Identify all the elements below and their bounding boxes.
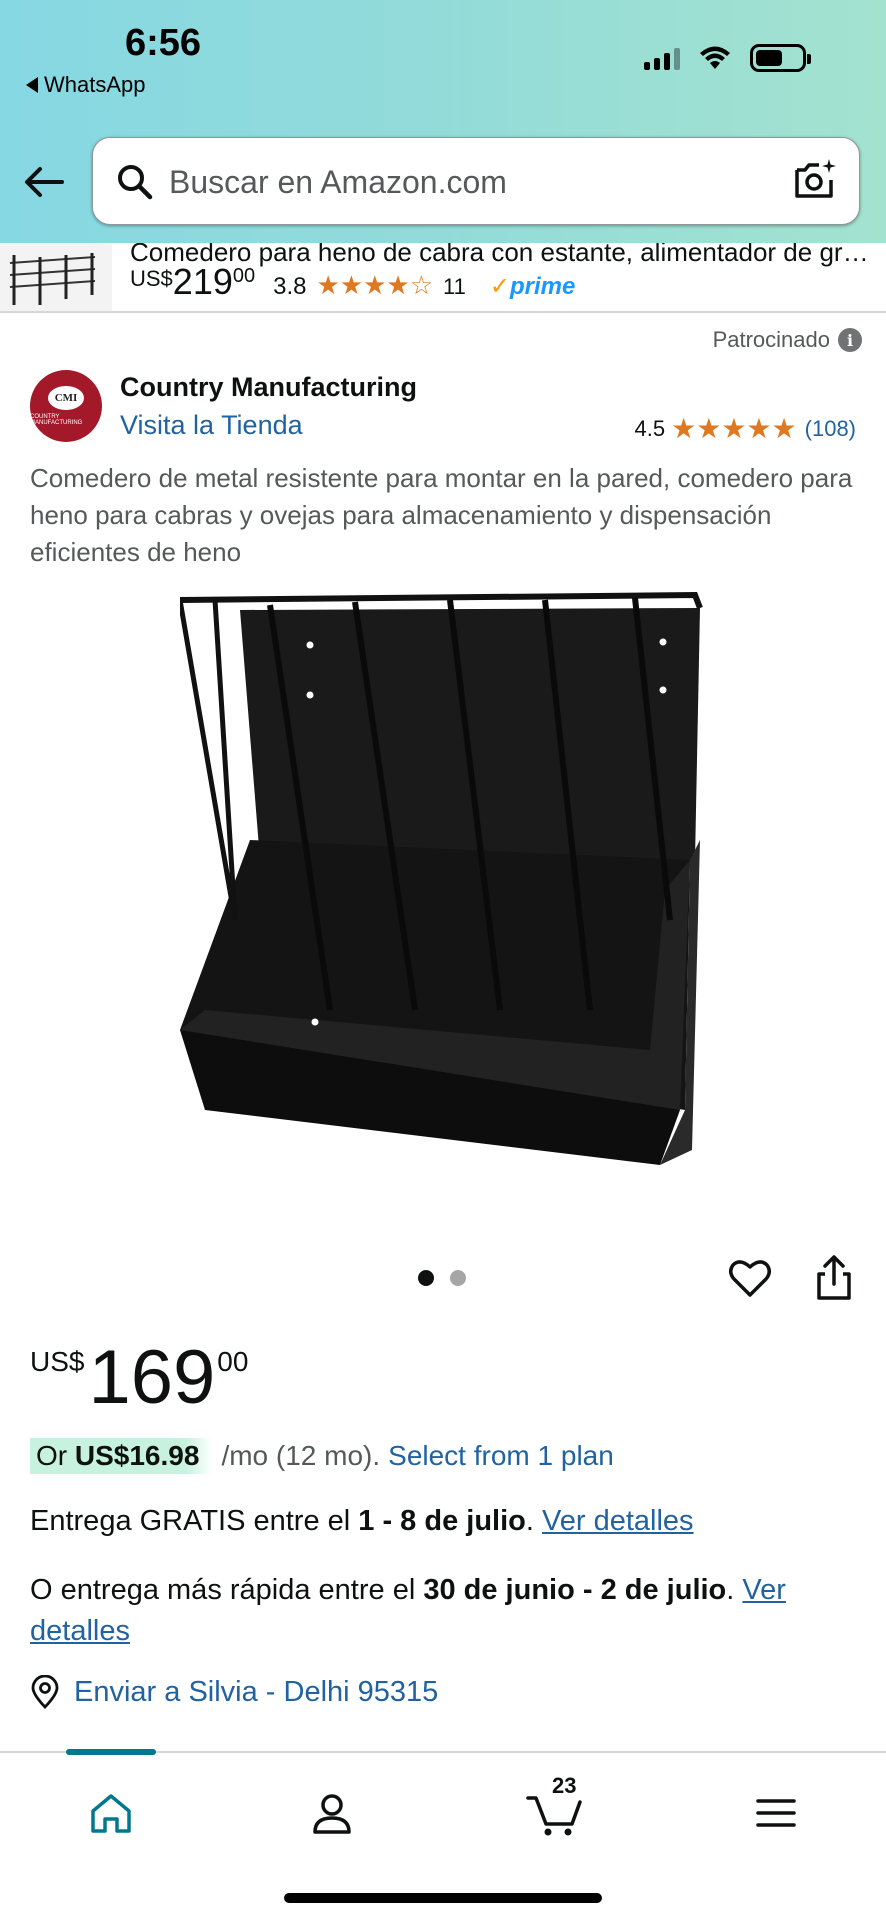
back-app-label: WhatsApp: [44, 72, 146, 97]
price-whole: 169: [88, 1335, 216, 1420]
brand-logo-subtext: COUNTRY MANUFACTURING: [30, 414, 83, 426]
home-icon: [91, 1794, 131, 1833]
free-delivery-prefix: Entrega GRATIS entre el: [30, 1505, 351, 1537]
fast-delivery-info: O entrega más rápida entre el 30 de juni…: [30, 1574, 786, 1647]
sponsored-text: Patrocinado: [712, 327, 830, 352]
sponsored-label[interactable]: Patrocinado i: [713, 327, 862, 353]
free-delivery-details-link[interactable]: Ver detalles: [542, 1505, 694, 1537]
prime-badge: ✓prime: [489, 273, 576, 300]
brand-logo[interactable]: CMI COUNTRY MANUFACTURING: [30, 370, 102, 442]
price-fraction: 00: [217, 1346, 249, 1377]
info-icon: i: [838, 328, 862, 352]
carousel-dot[interactable]: [418, 1270, 434, 1286]
back-triangle-icon: [26, 77, 38, 93]
status-time: 6:56: [125, 22, 202, 64]
cart-count-badge: 23: [552, 1773, 577, 1798]
battery-icon: [750, 44, 811, 72]
wifi-icon: [700, 46, 730, 69]
prev-price-whole: 219: [172, 261, 233, 302]
brand-review-count: (108): [804, 415, 856, 441]
visit-store-link[interactable]: Visita la Tienda: [120, 410, 303, 441]
camera-search-icon[interactable]: [791, 156, 839, 204]
free-delivery-dates: 1 - 8 de julio: [358, 1505, 526, 1537]
person-icon: [313, 1794, 351, 1834]
hamburger-icon: [756, 1799, 796, 1827]
prev-price-currency: US$: [130, 266, 173, 291]
share-icon[interactable]: [810, 1254, 858, 1302]
search-placeholder: Buscar en Amazon.com: [169, 164, 507, 200]
nav-cart[interactable]: 23: [524, 1773, 584, 1843]
prev-rating: 3.8: [273, 273, 307, 300]
price-currency: US$: [30, 1346, 85, 1377]
previous-product-strip[interactable]: Comedero para heno de cabra con estante,…: [0, 243, 886, 313]
ship-to-label: Enviar a Silvia - Delhi 95315: [74, 1675, 439, 1708]
nav-home[interactable]: [81, 1783, 141, 1843]
brand-logo-text: CMI: [48, 386, 84, 410]
brand-name: Country Manufacturing: [120, 372, 417, 402]
fast-delivery-dates: 30 de junio - 2 de julio: [423, 1574, 727, 1606]
prime-check-icon: ✓: [489, 273, 510, 300]
status-icons: [644, 44, 811, 72]
search-input[interactable]: Buscar en Amazon.com: [92, 137, 860, 225]
select-plan-link[interactable]: Select from 1 plan: [388, 1440, 614, 1472]
back-arrow-icon[interactable]: [22, 160, 66, 204]
free-delivery-info: Entrega GRATIS entre el 1 - 8 de julio. …: [30, 1505, 694, 1537]
installment-badge: Or US$16.98: [30, 1438, 214, 1474]
prev-star-rating-icon: ★★★★☆: [316, 270, 434, 300]
product-price: US$ 169 00: [30, 1340, 248, 1416]
ship-to-location[interactable]: Enviar a Silvia - Delhi 95315: [30, 1675, 438, 1709]
nav-account[interactable]: [302, 1783, 362, 1843]
cellular-signal-icon: [644, 46, 680, 70]
product-description[interactable]: Comedero de metal resistente para montar…: [30, 460, 860, 571]
active-tab-indicator: [66, 1749, 156, 1755]
previous-product-thumbnail: [0, 243, 112, 311]
home-indicator[interactable]: [284, 1893, 602, 1903]
star-rating-icon: ★★★★★: [671, 413, 797, 444]
image-carousel-dots[interactable]: [418, 1270, 466, 1286]
previous-product-meta: US$ 219 00 3.8 ★★★★☆ 11 ✓prime: [130, 261, 575, 303]
product-image[interactable]: [180, 590, 710, 1200]
back-to-app[interactable]: WhatsApp: [26, 72, 146, 98]
brand-rating-value: 4.5: [634, 415, 666, 441]
prev-review-count: 11: [443, 274, 466, 299]
installment-offer: Or US$16.98 /mo (12 mo). Select from 1 p…: [30, 1438, 614, 1474]
nav-menu[interactable]: [746, 1783, 806, 1843]
search-icon: [118, 165, 153, 200]
fast-delivery-prefix: O entrega más rápida entre el: [30, 1574, 416, 1606]
app-header: 6:56 WhatsApp Buscar en Amazon.com: [0, 0, 886, 243]
brand-rating[interactable]: 4.5 ★★★★★ (108): [635, 412, 856, 445]
prev-price-fraction: 00: [232, 265, 256, 287]
carousel-dot[interactable]: [450, 1270, 466, 1286]
installment-terms: /mo (12 mo).: [221, 1440, 381, 1471]
location-pin-icon: [31, 1675, 59, 1709]
heart-icon[interactable]: [726, 1254, 774, 1302]
